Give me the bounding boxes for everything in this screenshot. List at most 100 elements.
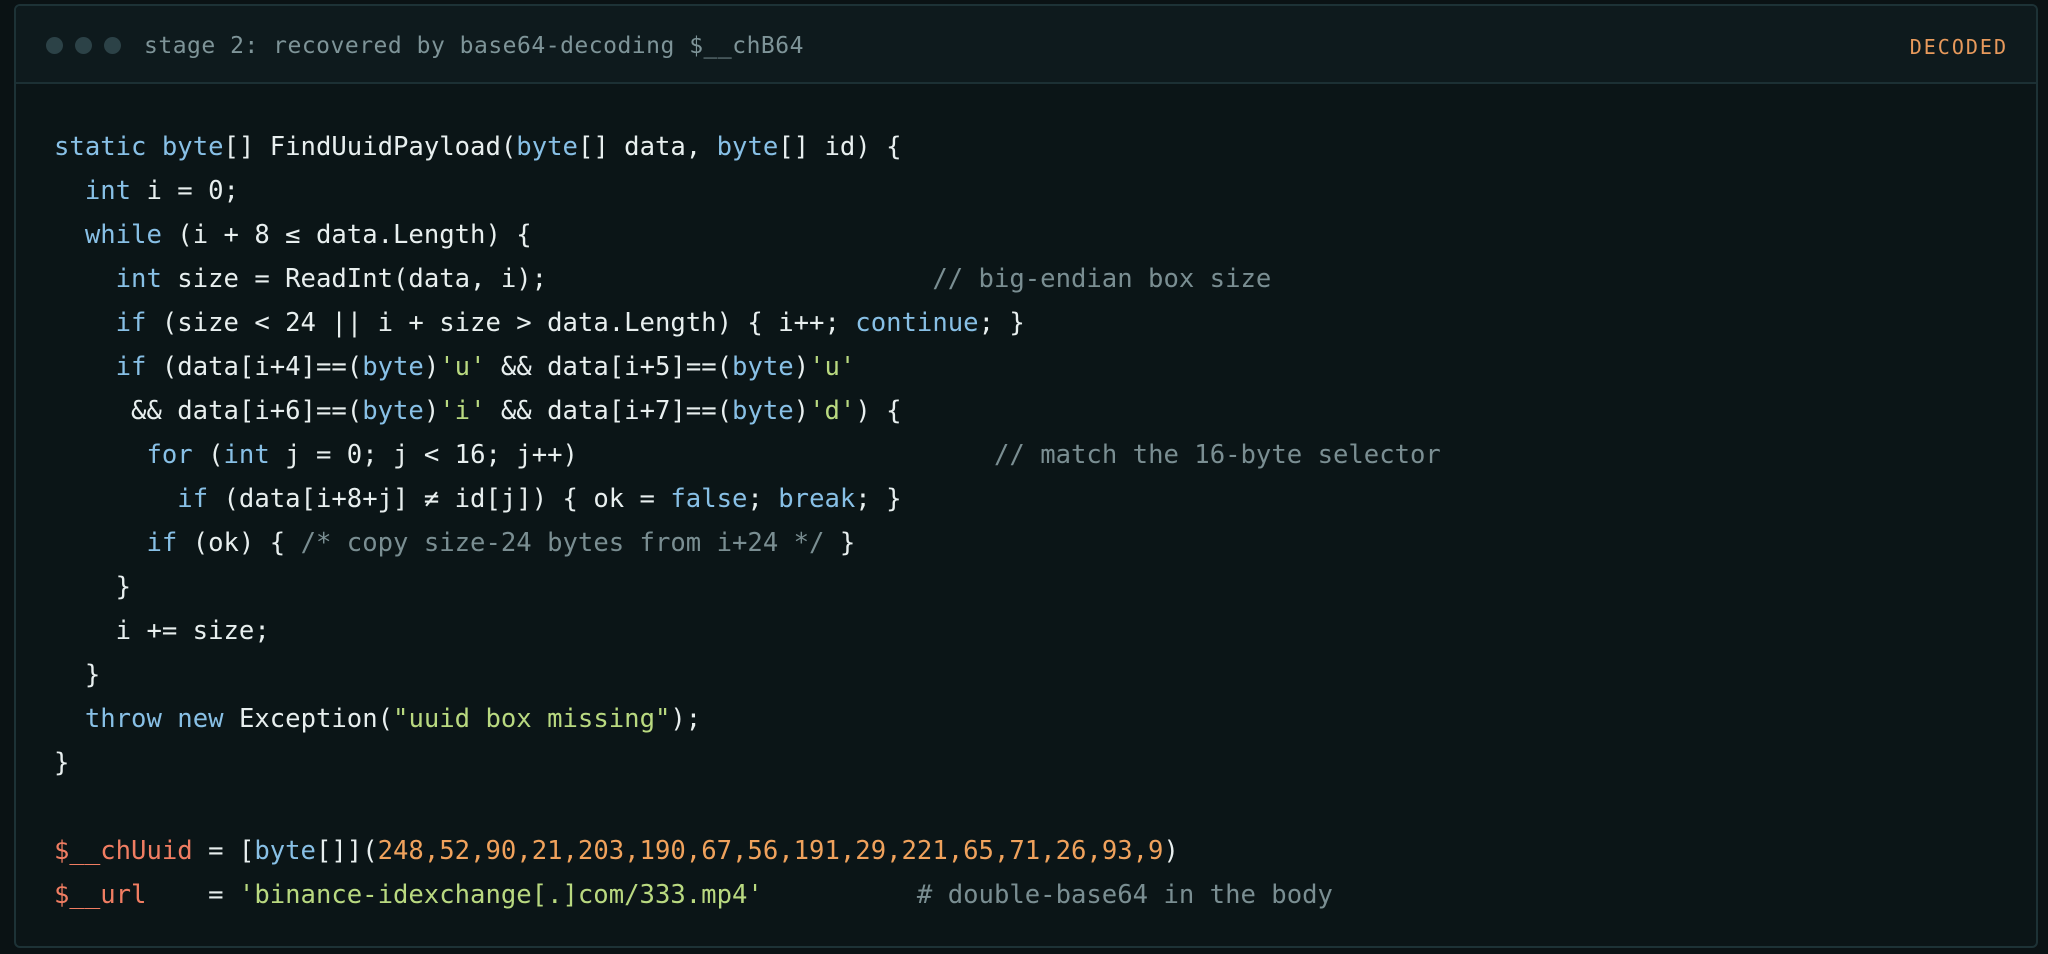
token-keyword: for — [146, 440, 193, 470]
token-keyword: if — [177, 484, 209, 514]
token-padding — [578, 440, 994, 470]
token-text: ; } — [855, 484, 902, 514]
code-line-15: } — [54, 741, 1441, 785]
token-text: } — [54, 572, 132, 602]
token-keyword: byte — [254, 836, 316, 866]
token-string: "uuid box missing" — [393, 704, 671, 734]
token-string: 'd' — [809, 396, 856, 426]
token-text: (ok) { — [177, 528, 301, 558]
token-text: (data[i+8+j] ≠ id[j]) { ok = — [208, 484, 671, 514]
token-variable: $__chUuid — [54, 836, 193, 866]
token-text: i += size; — [54, 616, 270, 646]
token-keyword: if — [146, 528, 178, 558]
token-comment: # double-base64 in the body — [916, 880, 1333, 910]
token-text: ) { — [855, 396, 902, 426]
token-text: []]( — [315, 836, 378, 866]
token-text: && data[i+6]==( — [54, 396, 363, 426]
token-text: ( — [192, 440, 224, 470]
token-keyword: if — [115, 352, 147, 382]
token-text: [] FindUuidPayload( — [223, 132, 517, 162]
token-keyword: byte — [161, 132, 224, 162]
token-text: && data[i+7]==( — [485, 396, 733, 426]
token-text: [] id) { — [778, 132, 902, 162]
token-keyword: int — [223, 440, 270, 470]
token-keyword: byte — [716, 132, 779, 162]
token-keyword: static — [54, 132, 147, 162]
token-comment: // match the 16-byte selector — [993, 440, 1441, 470]
token-text: = — [146, 880, 239, 910]
window-title: stage 2: recovered by base64-decoding $_… — [144, 33, 804, 59]
token-comment: /* copy size-24 bytes from i+24 */ — [300, 528, 825, 558]
code-line-7: && data[i+6]==(byte)'i' && data[i+7]==(b… — [54, 389, 1441, 433]
token-text: } — [824, 528, 856, 558]
token-keyword: continue — [855, 308, 979, 338]
token-string: 'u' — [809, 352, 856, 382]
code-line-6: if (data[i+4]==(byte)'u' && data[i+5]==(… — [54, 345, 1441, 389]
code-line-3: while (i + 8 ≤ data.Length) { — [54, 213, 1441, 257]
window-dot-2 — [75, 37, 92, 54]
token-text: = [ — [192, 836, 255, 866]
token-text: ; } — [978, 308, 1025, 338]
token-text: (size < 24 || i + size > data.Length) { … — [146, 308, 856, 338]
token-string: 'binance-idexchange[.]com/333.mp4' — [238, 880, 763, 910]
token-keyword: break — [778, 484, 856, 514]
token-keyword: byte — [732, 352, 794, 382]
token-text: ; — [747, 484, 779, 514]
code-line-14: throw new Exception("uuid box missing"); — [54, 697, 1441, 741]
token-text: [] data, — [577, 132, 717, 162]
token-text: size = ReadInt(data, i); — [161, 264, 548, 294]
window-dot-1 — [46, 37, 63, 54]
token-keyword: int — [115, 264, 162, 294]
token-number-list: 248,52,90,21,203,190,67,56,191,29,221,65… — [377, 836, 1164, 866]
code-line-9: if (data[i+8+j] ≠ id[j]) { ok = false; b… — [54, 477, 1441, 521]
token-keyword: byte — [362, 396, 424, 426]
token-keyword: while — [84, 220, 162, 250]
code-line-2: int i = 0; — [54, 169, 1441, 213]
code-line-18: $__url = 'binance-idexchange[.]com/333.m… — [54, 873, 1441, 917]
token-text: (i + 8 ≤ data.Length) { — [161, 220, 532, 250]
code-line-17: $__chUuid = [byte[]](248,52,90,21,203,19… — [54, 829, 1441, 873]
token-text: i = 0; — [131, 176, 239, 206]
token-string: 'i' — [439, 396, 486, 426]
code-line-1: static byte[] FindUuidPayload(byte[] dat… — [54, 125, 1441, 169]
token-text: ) — [793, 396, 810, 426]
window-titlebar: stage 2: recovered by base64-decoding $_… — [16, 6, 2036, 84]
status-badge: DECODED — [1909, 35, 2008, 59]
token-text: ); — [670, 704, 702, 734]
token-keyword: byte — [362, 352, 424, 382]
token-keyword: byte — [516, 132, 578, 162]
code-line-4: int size = ReadInt(data, i); // big-endi… — [54, 257, 1441, 301]
token-string: 'u' — [439, 352, 486, 382]
token-keyword: new — [177, 704, 224, 734]
token-keyword: throw — [84, 704, 162, 734]
token-comment: // big-endian box size — [932, 264, 1272, 294]
token-keyword: byte — [732, 396, 794, 426]
token-text: } — [54, 660, 101, 690]
code-line-16-blank — [54, 785, 1441, 829]
token-text: ) — [423, 396, 440, 426]
token-text: && data[i+5]==( — [485, 352, 733, 382]
token-keyword: if — [115, 308, 147, 338]
token-text: ) — [1163, 836, 1179, 866]
token-padding — [547, 264, 932, 294]
token-padding — [763, 880, 917, 910]
token-keyword: false — [670, 484, 748, 514]
code-block: static byte[] FindUuidPayload(byte[] dat… — [54, 125, 1441, 917]
code-line-5: if (size < 24 || i + size > data.Length)… — [54, 301, 1441, 345]
code-line-12: i += size; — [54, 609, 1441, 653]
code-window: stage 2: recovered by base64-decoding $_… — [14, 4, 2038, 948]
token-text: ) — [423, 352, 440, 382]
token-text: } — [54, 748, 70, 778]
window-dot-3 — [104, 37, 121, 54]
